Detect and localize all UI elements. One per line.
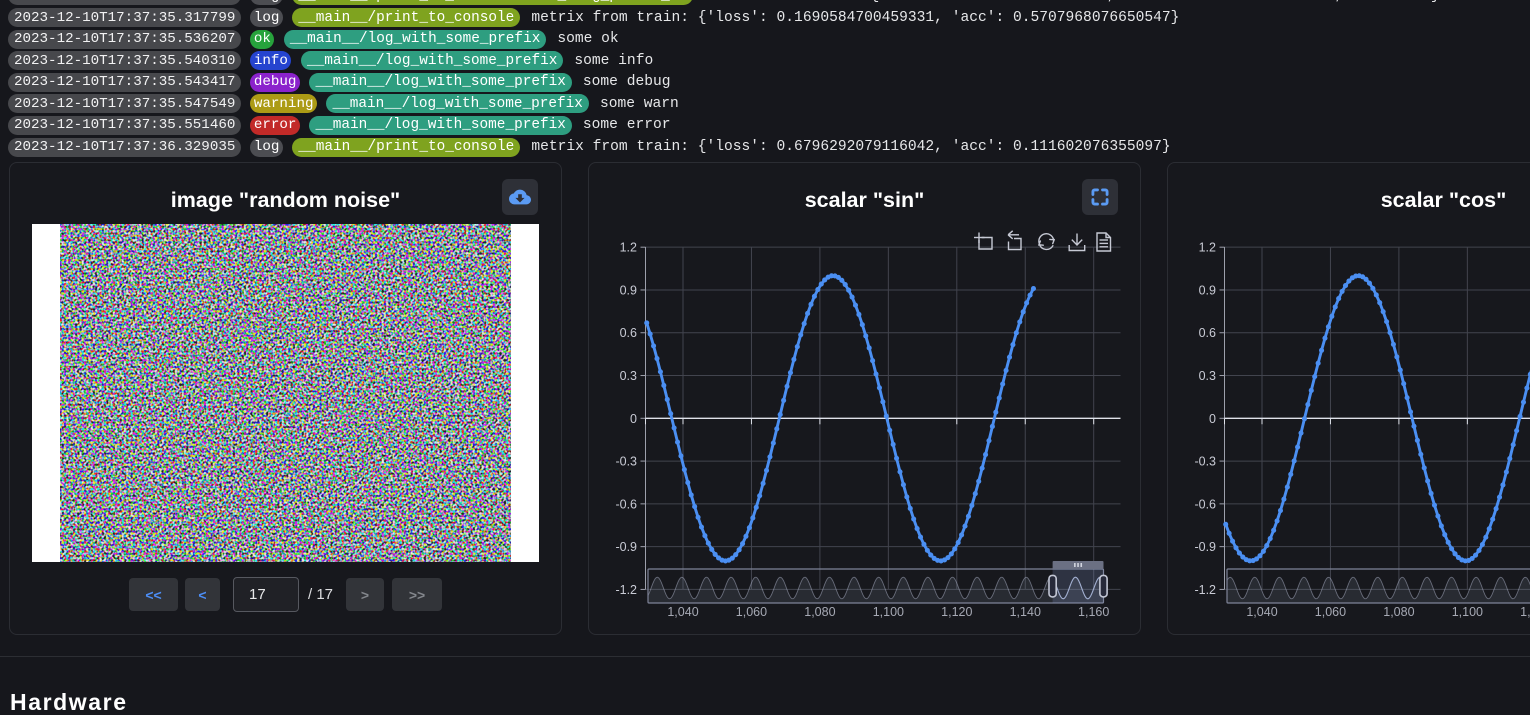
svg-text:0.3: 0.3 [1199, 369, 1216, 383]
svg-text:1,120: 1,120 [1520, 605, 1530, 619]
svg-text:1,160: 1,160 [1078, 605, 1109, 619]
svg-text:1,080: 1,080 [804, 605, 835, 619]
svg-text:1,120: 1,120 [941, 605, 972, 619]
svg-text:0.6: 0.6 [1199, 326, 1216, 340]
svg-text:1,060: 1,060 [1315, 605, 1346, 619]
svg-text:-0.6: -0.6 [615, 497, 637, 511]
svg-text:1,040: 1,040 [667, 605, 698, 619]
svg-text:0.9: 0.9 [1199, 283, 1216, 297]
svg-text:1,080: 1,080 [1383, 605, 1414, 619]
svg-text:1,100: 1,100 [873, 605, 904, 619]
svg-text:0: 0 [630, 412, 637, 426]
svg-text:-1.2: -1.2 [1194, 583, 1216, 597]
svg-text:0: 0 [1209, 412, 1216, 426]
svg-text:1,040: 1,040 [1246, 605, 1277, 619]
svg-text:-0.6: -0.6 [1194, 497, 1216, 511]
svg-text:-0.3: -0.3 [1194, 455, 1216, 469]
svg-text:1,140: 1,140 [1010, 605, 1041, 619]
svg-text:-0.9: -0.9 [615, 540, 637, 554]
svg-text:0.6: 0.6 [620, 326, 637, 340]
svg-text:-1.2: -1.2 [615, 583, 637, 597]
svg-text:1.2: 1.2 [620, 241, 637, 255]
svg-text:1,100: 1,100 [1452, 605, 1483, 619]
svg-text:-0.9: -0.9 [1194, 540, 1216, 554]
svg-text:0.9: 0.9 [620, 283, 637, 297]
svg-text:-0.3: -0.3 [615, 455, 637, 469]
svg-text:1,060: 1,060 [736, 605, 767, 619]
svg-text:1.2: 1.2 [1199, 241, 1216, 255]
svg-text:0.3: 0.3 [620, 369, 637, 383]
